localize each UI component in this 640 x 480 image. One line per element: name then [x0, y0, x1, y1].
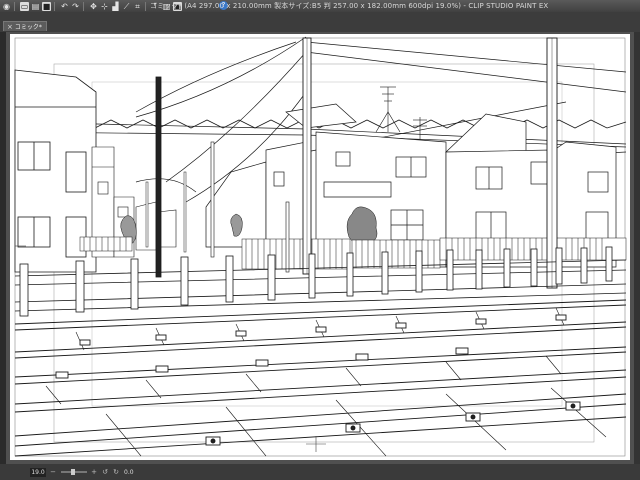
vertical-scrollbar[interactable]	[634, 32, 640, 464]
zoom-in-icon[interactable]: +	[90, 468, 98, 476]
toolbar-separator	[54, 1, 55, 11]
title-bar: ◉ ▭ ▤ ■ ↶ ↷ ✥ ⊹ ▟ ⟋ ⌗ ⌜ ▥ ▣ ? コミック* (A4 …	[0, 0, 640, 12]
rotation-value[interactable]: 0.0	[124, 469, 134, 476]
grid-icon[interactable]: ⌗	[133, 2, 142, 11]
canvas-area[interactable]	[6, 32, 634, 464]
perspective-icon[interactable]: ⟋	[122, 2, 131, 11]
undo-icon[interactable]: ↶	[60, 2, 69, 11]
toolbar-separator	[14, 1, 15, 11]
toolbar-separator	[83, 1, 84, 11]
window-title: コミック* (A4 297.00 x 210.00mm 製本サイズ:B5 判 2…	[150, 2, 549, 10]
zoom-slider[interactable]	[61, 469, 87, 475]
zoom-field[interactable]: 19.0	[30, 467, 46, 477]
toolbar-separator	[145, 1, 146, 11]
close-icon[interactable]: ×	[7, 23, 13, 31]
redo-icon[interactable]: ↷	[71, 2, 80, 11]
clip-studio-logo-icon[interactable]: ◉	[2, 2, 11, 11]
zoom-out-icon[interactable]: −	[49, 468, 57, 476]
document-tab-bar: × コミック*	[0, 12, 640, 32]
tab-label: コミック*	[14, 24, 42, 31]
rotate-right-icon[interactable]: ↻	[112, 468, 120, 476]
manga-page-canvas[interactable]	[6, 32, 634, 464]
transform-icon[interactable]: ✥	[89, 2, 98, 11]
snap-icon[interactable]: ⊹	[100, 2, 109, 11]
save-icon[interactable]: ■	[42, 1, 51, 11]
zoom-slider-knob[interactable]	[71, 469, 75, 475]
open-icon[interactable]: ▤	[31, 2, 40, 11]
tab-comic[interactable]: × コミック*	[3, 21, 47, 31]
ruler-icon[interactable]: ▟	[111, 2, 120, 11]
rotate-left-icon[interactable]: ↺	[101, 468, 109, 476]
new-icon[interactable]: ▭	[20, 1, 29, 11]
status-bar: 19.0 − + ↺ ↻ 0.0	[0, 464, 640, 480]
